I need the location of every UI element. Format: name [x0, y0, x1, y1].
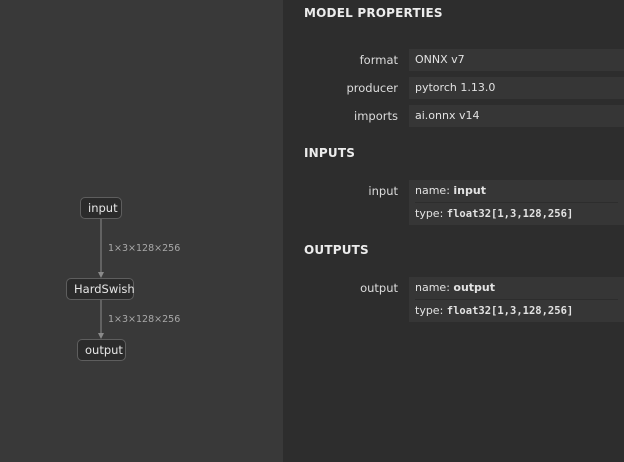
sidebar-title: MODEL PROPERTIES: [304, 6, 443, 20]
input-type-prefix: type:: [415, 207, 444, 220]
prop-value-producer: pytorch 1.13.0: [409, 77, 624, 99]
node-input[interactable]: input: [80, 197, 122, 219]
node-hardswish[interactable]: HardSwish: [66, 278, 135, 300]
input-label: input: [368, 184, 398, 198]
input-type-value: float32[1,3,128,256]: [446, 208, 574, 220]
prop-label-producer: producer: [346, 81, 398, 95]
graph-canvas[interactable]: input 1×3×128×256 HardSwish 1×3×128×256 …: [0, 0, 283, 462]
input-name-value: input: [453, 184, 486, 197]
edge-label-input-hardswish: 1×3×128×256: [108, 243, 181, 254]
graph-edges: [98, 218, 104, 339]
output-label: output: [360, 281, 398, 295]
output-name-value: output: [453, 281, 496, 294]
prop-value-format: ONNX v7: [409, 49, 624, 71]
outputs-section-title: OUTPUTS: [304, 243, 369, 257]
input-name-prefix: name:: [415, 184, 450, 197]
prop-label-imports: imports: [354, 109, 398, 123]
output-type-prefix: type:: [415, 304, 444, 317]
input-details[interactable]: name: input type: float32[1,3,128,256]: [409, 180, 624, 225]
prop-value-imports: ai.onnx v14: [409, 105, 624, 127]
output-type-value: float32[1,3,128,256]: [446, 305, 574, 317]
output-type-line: type: float32[1,3,128,256]: [415, 299, 618, 322]
edge-label-hardswish-output: 1×3×128×256: [108, 314, 181, 325]
model-properties-sidebar: MODEL PROPERTIES format ONNX v7 producer…: [283, 0, 624, 462]
node-output[interactable]: output: [77, 339, 126, 361]
input-type-line: type: float32[1,3,128,256]: [415, 202, 618, 225]
inputs-section-title: INPUTS: [304, 146, 356, 160]
output-name-prefix: name:: [415, 281, 450, 294]
output-details[interactable]: name: output type: float32[1,3,128,256]: [409, 277, 624, 322]
input-name-line: name: input: [415, 180, 618, 202]
output-name-line: name: output: [415, 277, 618, 299]
prop-label-format: format: [359, 53, 398, 67]
